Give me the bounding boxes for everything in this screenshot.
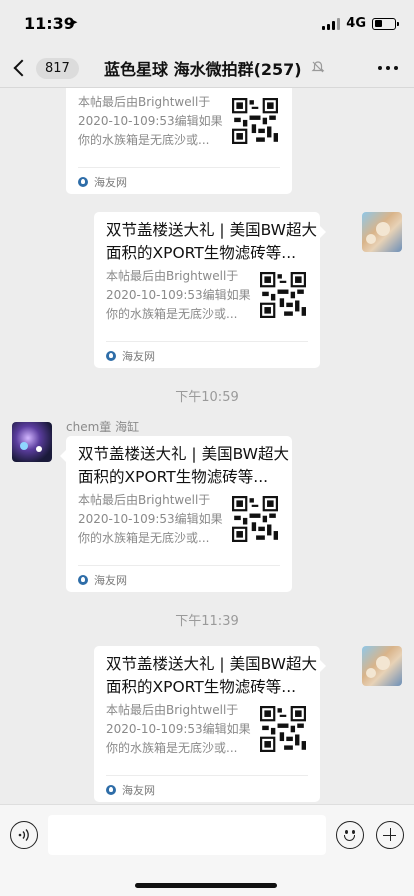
emoji-icon[interactable] — [336, 821, 364, 849]
link-card-source: 海友网 — [78, 174, 127, 190]
divider — [78, 565, 280, 566]
link-card-description: 本帖最后由Brightwell于2020-10-109:53编辑如果你的水族箱是… — [106, 703, 251, 755]
user-avatar[interactable] — [362, 646, 402, 686]
link-card-title: 双节盖楼送大礼 | 美国BW超大面积的XPORT生物滤砖等... — [106, 655, 317, 696]
status-bar: 11:39 ➤ 4G — [0, 0, 414, 48]
chevron-left-icon — [13, 59, 31, 77]
plus-icon[interactable] — [376, 821, 404, 849]
more-button[interactable] — [378, 66, 398, 70]
timestamp-divider: 下午10:59 — [175, 390, 239, 405]
link-card-description: 本帖最后由Brightwell于2020-10-109:53编辑如果你的水族箱是… — [78, 95, 223, 147]
message-input[interactable] — [48, 815, 326, 855]
link-card-source: 海友网 — [106, 348, 155, 364]
globe-icon — [78, 575, 88, 585]
chat-header: 817 蓝色星球 海水微拍群(257) — [0, 48, 414, 88]
link-card-description: 本帖最后由Brightwell于2020-10-109:53编辑如果你的水族箱是… — [106, 269, 251, 321]
link-card-title: 双节盖楼送大礼 | 美国BW超大面积的XPORT生物滤砖等... — [106, 221, 317, 262]
voice-wave-icon — [18, 829, 29, 841]
divider — [106, 775, 308, 776]
bell-off-icon — [311, 61, 325, 73]
qr-code-image — [260, 272, 306, 318]
divider — [106, 341, 308, 342]
back-button[interactable]: 817 — [10, 52, 79, 84]
voice-icon[interactable] — [10, 821, 38, 849]
location-arrow-icon: ➤ — [68, 15, 79, 29]
network-type: 4G — [346, 16, 366, 31]
link-card-message[interactable]: 双节盖楼送大礼 | 美国BW超大面积的XPORT生物滤砖等... 本帖最后由Br… — [66, 88, 292, 194]
link-card-message[interactable]: 双节盖楼送大礼 | 美国BW超大面积的XPORT生物滤砖等... 本帖最后由Br… — [94, 212, 326, 368]
battery-icon — [372, 17, 399, 30]
sender-avatar[interactable] — [12, 422, 52, 462]
source-name: 海友网 — [122, 350, 155, 363]
status-icons: 4G — [322, 16, 399, 31]
input-bar — [0, 804, 414, 896]
link-card-message[interactable]: 双节盖楼送大礼 | 美国BW超大面积的XPORT生物滤砖等... 本帖最后由Br… — [94, 646, 326, 802]
user-avatar[interactable] — [362, 212, 402, 252]
qr-code-image — [260, 706, 306, 752]
globe-icon — [78, 177, 88, 187]
link-card-description: 本帖最后由Brightwell于2020-10-109:53编辑如果你的水族箱是… — [78, 493, 223, 545]
signal-icon — [322, 17, 341, 30]
divider — [78, 167, 280, 168]
qr-code-image — [232, 98, 278, 144]
globe-icon — [106, 785, 116, 795]
link-card-source: 海友网 — [78, 572, 127, 588]
qr-code-image — [232, 496, 278, 542]
sender-name: chem童 海缸 — [66, 420, 140, 434]
timestamp-divider: 下午11:39 — [175, 614, 239, 629]
home-indicator[interactable] — [135, 883, 277, 888]
message-list[interactable]: 双节盖楼送大礼 | 美国BW超大面积的XPORT生物滤砖等... 本帖最后由Br… — [0, 88, 414, 804]
link-card-title: 双节盖楼送大礼 | 美国BW超大面积的XPORT生物滤砖等... — [78, 445, 289, 486]
link-card-message[interactable]: 双节盖楼送大礼 | 美国BW超大面积的XPORT生物滤砖等... 本帖最后由Br… — [60, 436, 292, 592]
link-card-title: 双节盖楼送大礼 | 美国BW超大面积的XPORT生物滤砖等... — [78, 88, 290, 91]
link-card-source: 海友网 — [106, 782, 155, 798]
source-name: 海友网 — [94, 176, 127, 189]
source-name: 海友网 — [122, 784, 155, 797]
chat-title: 蓝色星球 海水微拍群(257) — [104, 60, 302, 79]
globe-icon — [106, 351, 116, 361]
unread-count-badge: 817 — [36, 57, 79, 79]
source-name: 海友网 — [94, 574, 127, 587]
